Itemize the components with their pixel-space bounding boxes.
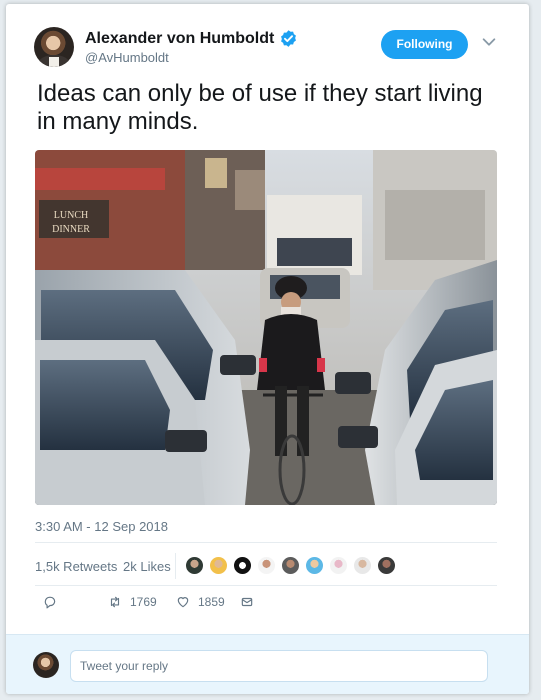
stats-divider	[175, 553, 176, 579]
retweet-count: 1769	[130, 595, 157, 609]
retweet-icon	[110, 596, 120, 608]
stats-row: 1,5k Retweets 2k Likes	[35, 547, 497, 585]
chevron-down-icon[interactable]	[480, 33, 498, 51]
tweet-timestamp[interactable]: 3:30 AM - 12 Sep 2018	[35, 519, 168, 534]
reply-icon	[44, 596, 56, 609]
heart-icon	[177, 597, 189, 608]
tweet-actions: 1769 1859	[35, 594, 497, 614]
likers-avatars	[185, 556, 396, 575]
direct-message-button[interactable]	[240, 595, 254, 609]
retweets-stat[interactable]: 1,5k Retweets	[35, 559, 117, 574]
liker-avatar[interactable]	[329, 556, 348, 575]
tweet-card: Alexander von Humboldt @AvHumboldt Follo…	[6, 4, 529, 694]
tweet-photo[interactable]: LUNCH DINNER	[35, 150, 497, 505]
like-button[interactable]: 1859	[176, 595, 225, 609]
liker-avatar[interactable]	[209, 556, 228, 575]
liker-avatar[interactable]	[281, 556, 300, 575]
like-count: 1859	[198, 595, 225, 609]
divider	[35, 585, 497, 586]
liker-avatar[interactable]	[233, 556, 252, 575]
liker-avatar[interactable]	[185, 556, 204, 575]
liker-avatar[interactable]	[257, 556, 276, 575]
author-name[interactable]: Alexander von Humboldt	[85, 30, 274, 48]
reply-avatar	[33, 652, 59, 678]
reply-input[interactable]	[70, 650, 488, 682]
reply-bar	[6, 634, 529, 694]
following-button[interactable]: Following	[381, 30, 468, 59]
envelope-icon	[241, 597, 253, 607]
liker-avatar[interactable]	[353, 556, 372, 575]
svg-text:LUNCH: LUNCH	[54, 210, 88, 221]
reply-button[interactable]	[43, 595, 57, 609]
verified-badge-icon	[281, 30, 297, 47]
author-avatar[interactable]	[34, 27, 74, 67]
divider	[35, 542, 497, 543]
author-name-row[interactable]: Alexander von Humboldt	[85, 29, 298, 48]
likes-stat[interactable]: 2k Likes	[123, 559, 171, 574]
retweet-button[interactable]: 1769	[108, 595, 157, 609]
tweet-text: Ideas can only be of use if they start l…	[37, 80, 483, 135]
liker-avatar[interactable]	[305, 556, 324, 575]
liker-avatar[interactable]	[377, 556, 396, 575]
author-handle[interactable]: @AvHumboldt	[85, 50, 169, 65]
svg-text:DINNER: DINNER	[52, 224, 90, 235]
